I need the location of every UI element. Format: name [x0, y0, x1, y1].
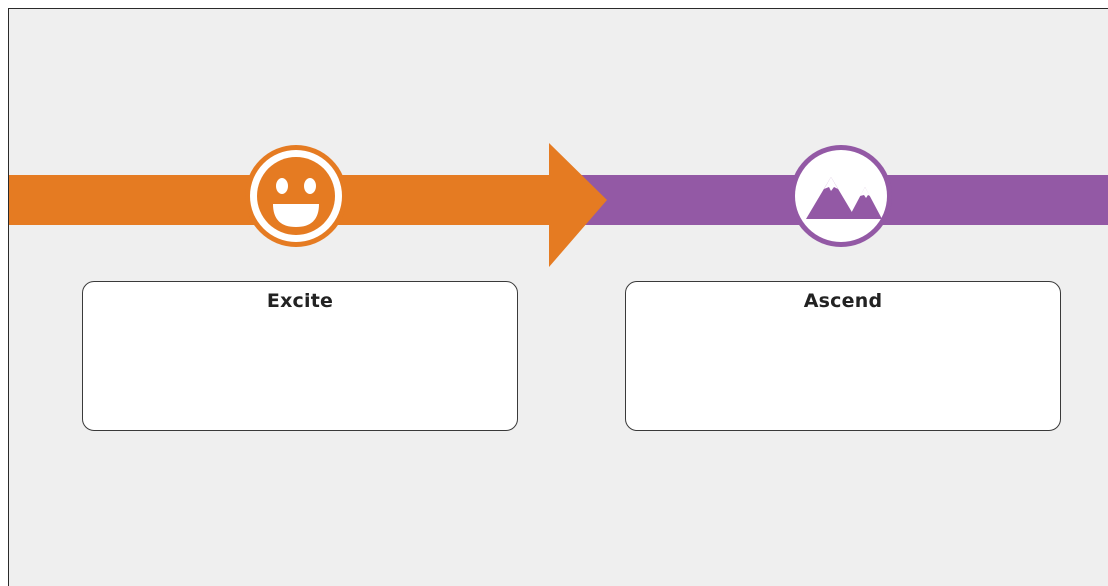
mountains-icon	[790, 145, 892, 247]
stage-card-excite: Excite	[82, 281, 518, 431]
stage-body-excite	[97, 322, 503, 418]
diagram-canvas: Excite Ascend	[8, 8, 1108, 586]
stage1-arrowhead	[549, 143, 607, 267]
smiley-icon	[245, 145, 347, 247]
stage-card-ascend: Ascend	[625, 281, 1061, 431]
stage-title-excite: Excite	[266, 290, 334, 312]
stage-title-ascend: Ascend	[803, 290, 883, 312]
stage-body-ascend	[640, 322, 1046, 418]
